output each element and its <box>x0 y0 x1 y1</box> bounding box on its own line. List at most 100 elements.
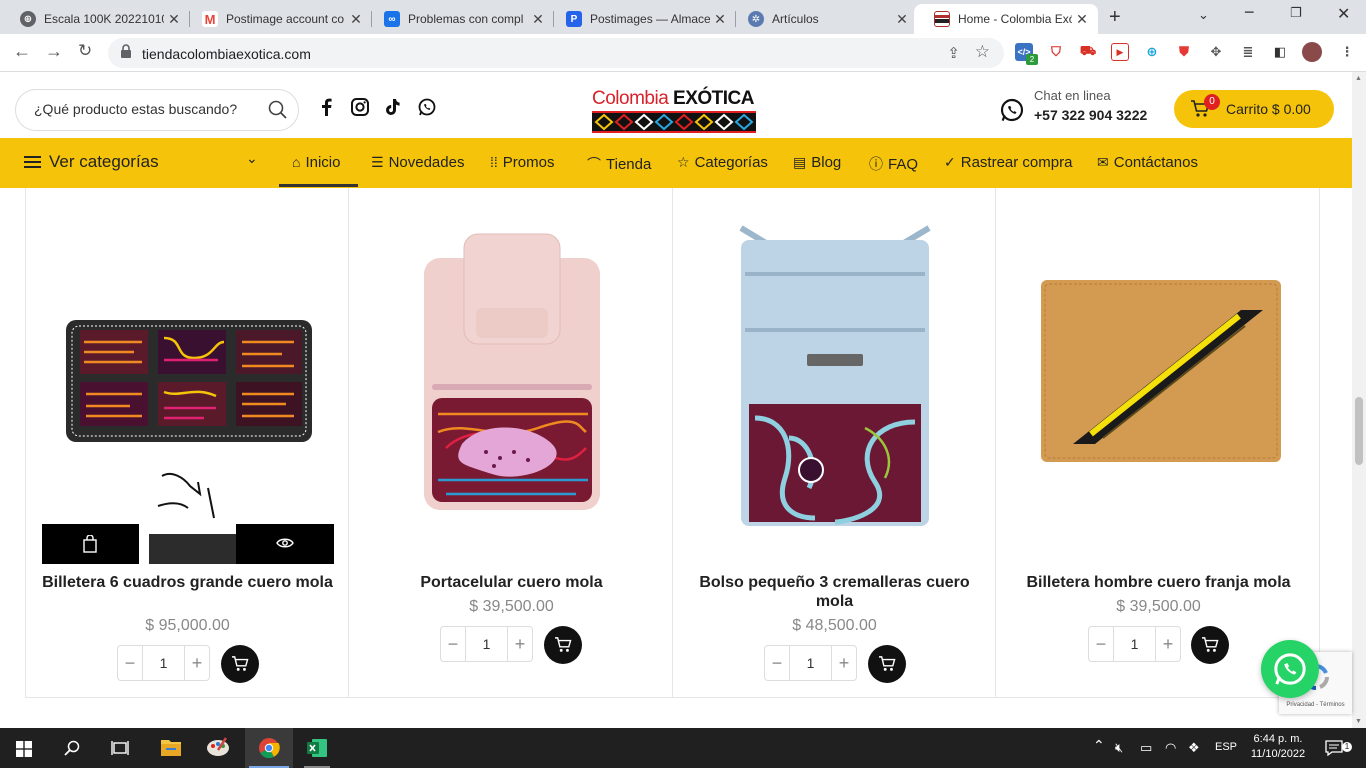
product-image-men-wallet[interactable] <box>1013 208 1305 538</box>
browser-tab-2[interactable]: M Postimage account co ✕ <box>182 4 372 34</box>
nav-item-faq[interactable]: ⓘ FAQ <box>869 154 918 174</box>
puzzle-extensions-icon[interactable]: ✥ <box>1207 43 1225 61</box>
wifi-icon[interactable]: ◠ <box>1165 740 1176 756</box>
close-tab-icon[interactable]: ✕ <box>528 11 548 28</box>
quantity-minus-button[interactable]: − <box>118 653 142 674</box>
quantity-stepper[interactable]: − 1 + <box>440 626 533 662</box>
add-to-cart-button[interactable] <box>1191 626 1229 664</box>
quantity-stepper[interactable]: − 1 + <box>1088 626 1181 662</box>
nav-item-rastrear-compra[interactable]: ✓ Rastrear compra <box>944 154 1072 171</box>
scroll-up-arrow-icon[interactable]: ▲ <box>1355 75 1362 82</box>
notifications-icon[interactable] <box>1325 740 1343 756</box>
video-extension-icon[interactable]: ▶ <box>1111 43 1129 61</box>
categories-menu-button[interactable]: Ver categorías ⌄ <box>24 150 258 172</box>
whatsapp-icon[interactable] <box>418 98 436 116</box>
share-icon[interactable]: ⇪ <box>947 44 960 62</box>
quantity-plus-button[interactable]: + <box>508 634 532 655</box>
quantity-minus-button[interactable]: − <box>765 653 789 674</box>
quick-add-bar[interactable] <box>42 524 139 564</box>
quantity-value[interactable]: 1 <box>1113 627 1156 661</box>
browser-tab-6-active[interactable]: Home - Colombia Exó ✕ <box>914 4 1098 34</box>
browser-tab-4[interactable]: P Postimages — Almace ✕ <box>546 4 736 34</box>
add-to-cart-button[interactable] <box>221 645 259 683</box>
scrollbar-thumb[interactable] <box>1355 397 1363 465</box>
nav-item-promos[interactable]: ⁞⁞ Promos <box>490 154 554 171</box>
scroll-down-arrow-icon[interactable]: ▼ <box>1355 718 1362 725</box>
task-view-icon[interactable] <box>111 740 129 756</box>
quick-view-bar[interactable] <box>236 524 334 564</box>
nav-item-contactanos[interactable]: ✉ Contáctanos <box>1097 154 1198 171</box>
minimize-button[interactable]: − <box>1244 2 1255 23</box>
nav-item-blog[interactable]: ▤ Blog <box>793 154 841 171</box>
battery-icon[interactable]: ▭ <box>1140 740 1152 756</box>
cart-extension-icon[interactable]: ⛟ <box>1079 43 1097 61</box>
close-tab-icon[interactable]: ✕ <box>1072 11 1092 28</box>
product-name[interactable]: Portacelular cuero mola <box>360 573 663 592</box>
quantity-value[interactable]: 1 <box>789 646 832 680</box>
product-name[interactable]: Billetera 6 cuadros grande cuero mola <box>36 573 339 592</box>
product-image-small-bag[interactable] <box>689 208 981 538</box>
instagram-icon[interactable] <box>351 98 369 116</box>
chat-phone[interactable]: +57 322 904 3222 <box>1034 107 1147 123</box>
nav-item-categorias[interactable]: ☆ Categorías <box>677 154 768 171</box>
address-bar[interactable]: tiendacolombiaexotica.com ⇪ ☆ <box>108 38 1004 68</box>
quantity-stepper[interactable]: − 1 + <box>764 645 857 681</box>
site-logo[interactable]: Colombia EXÓTICA <box>590 86 758 134</box>
forward-button[interactable]: → <box>45 41 63 62</box>
product-name[interactable]: Bolso pequeño 3 cremalleras cuero mola <box>683 573 986 611</box>
clock[interactable]: 6:44 p. m. 11/10/2022 <box>1248 732 1308 762</box>
browser-tab-5[interactable]: ✲ Artículos ✕ <box>728 4 918 34</box>
shield-extension-icon[interactable]: ⛉ <box>1047 43 1065 61</box>
quantity-stepper[interactable]: − 1 + <box>117 645 210 681</box>
browser-tab-1[interactable]: ⊕ Escala 100K 20221010 ✕ <box>0 4 190 34</box>
nav-item-inicio[interactable]: ⌂ Inicio <box>292 154 341 171</box>
back-button[interactable]: ← <box>13 41 31 62</box>
new-tab-button[interactable]: + <box>1109 6 1121 29</box>
tiktok-icon[interactable] <box>385 98 401 116</box>
bookmark-star-icon[interactable]: ☆ <box>975 42 990 62</box>
quantity-plus-button[interactable]: + <box>832 653 856 674</box>
volume-muted-icon[interactable]: 🔇︎ <box>1115 740 1123 756</box>
maximize-button[interactable]: ❐ <box>1290 5 1302 21</box>
cart-button[interactable]: 0 Carrito $ 0.00 <box>1174 90 1334 128</box>
close-tab-icon[interactable]: ✕ <box>892 11 912 28</box>
dropbox-icon[interactable]: ❖ <box>1188 740 1200 756</box>
close-window-button[interactable]: ✕ <box>1337 4 1350 24</box>
product-name[interactable]: Billetera hombre cuero franja mola <box>1007 573 1310 592</box>
paint-app-icon[interactable] <box>206 736 232 758</box>
page-scrollbar[interactable]: ▲ ▼ <box>1352 72 1366 728</box>
close-tab-icon[interactable]: ✕ <box>710 11 730 28</box>
search-input[interactable] <box>34 101 254 117</box>
search-icon[interactable] <box>268 100 288 120</box>
quantity-plus-button[interactable]: + <box>185 653 209 674</box>
quantity-value[interactable]: 1 <box>465 627 508 661</box>
media-queue-icon[interactable]: ≣ <box>1239 43 1257 61</box>
compare-bar[interactable] <box>149 534 246 564</box>
nav-item-tienda[interactable]: ⌒ Tienda <box>587 154 651 174</box>
whatsapp-float-button[interactable] <box>1261 640 1319 698</box>
browser-menu-icon[interactable]: ⋮ <box>1338 43 1356 61</box>
windows-start-icon[interactable] <box>16 741 32 757</box>
product-image-wallet-six-squares[interactable] <box>42 208 334 538</box>
quantity-plus-button[interactable]: + <box>1156 634 1180 655</box>
language-indicator[interactable]: ESP <box>1215 741 1237 753</box>
close-tab-icon[interactable]: ✕ <box>164 11 184 28</box>
facebook-icon[interactable] <box>319 98 333 116</box>
nav-item-novedades[interactable]: ☰ Novedades <box>371 154 464 171</box>
file-explorer-icon[interactable] <box>160 737 182 757</box>
excel-icon[interactable] <box>306 738 328 758</box>
quantity-value[interactable]: 1 <box>142 646 185 680</box>
quantity-minus-button[interactable]: − <box>1089 634 1113 655</box>
add-to-cart-button[interactable] <box>544 626 582 664</box>
chrome-taskbar-active[interactable] <box>245 728 293 768</box>
magnifier-extension-icon[interactable]: ⊕ <box>1143 43 1161 61</box>
tray-chevron-up-icon[interactable]: ⌃ <box>1093 737 1105 754</box>
reload-button[interactable]: ↻ <box>78 41 92 61</box>
add-to-cart-button[interactable] <box>868 645 906 683</box>
side-panel-icon[interactable]: ◧ <box>1271 43 1289 61</box>
quantity-minus-button[interactable]: − <box>441 634 465 655</box>
browser-tab-3[interactable]: ∞ Problemas con compl ✕ <box>364 4 554 34</box>
ublock-extension-icon[interactable]: ⛊ <box>1175 43 1193 61</box>
close-tab-icon[interactable]: ✕ <box>346 11 366 28</box>
search-icon[interactable] <box>64 740 80 756</box>
